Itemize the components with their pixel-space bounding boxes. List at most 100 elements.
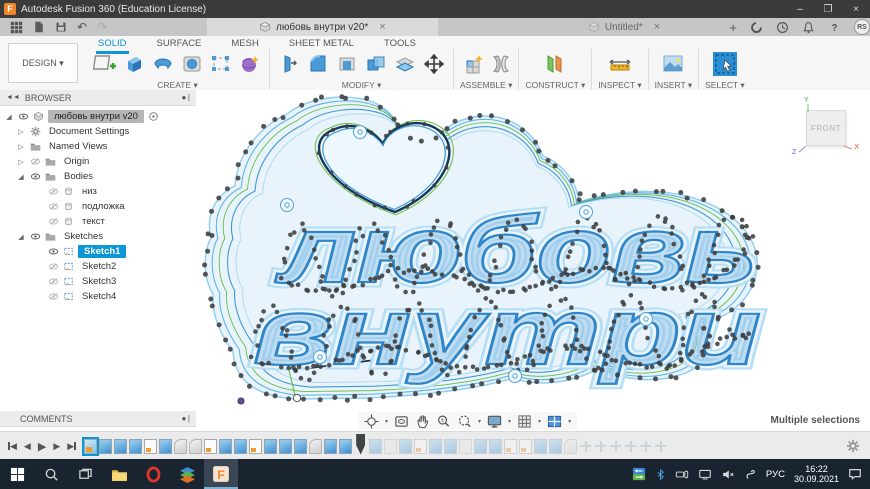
viewports-icon[interactable] xyxy=(547,414,562,429)
timeline-feature-sketch[interactable] xyxy=(144,438,158,454)
browser-item-label[interactable]: подложка xyxy=(78,201,129,212)
browser-item-низ[interactable]: низ xyxy=(0,184,196,199)
timeline-feature-move[interactable] xyxy=(639,438,653,454)
browser-item-bodies[interactable]: ◢ Bodies xyxy=(0,169,196,184)
browser-item-sketch1[interactable]: Sketch1 xyxy=(0,244,196,259)
combine-button[interactable] xyxy=(363,51,389,77)
expand-arrow-icon[interactable]: ▷ xyxy=(16,143,26,151)
browser-item-document-settings[interactable]: ▷ Document Settings xyxy=(0,124,196,139)
press-pull-button[interactable] xyxy=(276,51,302,77)
zoom-icon[interactable] xyxy=(436,414,451,429)
orbit-dropdown-caret[interactable]: ▾ xyxy=(385,418,388,425)
tab-close-icon[interactable]: × xyxy=(654,21,660,33)
browser-item-label[interactable]: текст xyxy=(78,216,109,227)
browser-item-sketch4[interactable]: Sketch4 xyxy=(0,289,196,304)
start-button[interactable] xyxy=(0,459,34,489)
timeline-feature-extrude[interactable] xyxy=(324,438,338,454)
revolve-button[interactable] xyxy=(150,51,176,77)
grid-dropdown-caret[interactable]: ▾ xyxy=(538,418,541,425)
file-explorer-icon[interactable] xyxy=(102,459,136,489)
insert-canvas-button[interactable] xyxy=(660,51,686,77)
timeline-feature-fillet[interactable] xyxy=(174,438,188,454)
comments-close-icon[interactable]: ● | xyxy=(181,414,190,423)
timeline-feature-extrude[interactable] xyxy=(339,438,353,454)
file-menu-icon[interactable] xyxy=(33,21,45,33)
timeline-feature-extrude[interactable] xyxy=(114,438,128,454)
timeline-feature-extrude[interactable] xyxy=(489,438,503,454)
viewports-dropdown-caret[interactable]: ▾ xyxy=(568,418,571,425)
timeline-feature-fillet[interactable] xyxy=(564,438,578,454)
timeline-feature-sketch[interactable] xyxy=(204,438,218,454)
sketch-geometry[interactable]: любовь внутри xyxy=(195,90,870,431)
display-settings-icon[interactable] xyxy=(487,414,502,429)
play-icon[interactable]: ▶ xyxy=(38,440,46,453)
timeline-feature-extrude[interactable] xyxy=(369,438,383,454)
timeline-feature-extrude[interactable] xyxy=(474,438,488,454)
corner-point[interactable] xyxy=(292,393,302,403)
browser-item-label[interactable]: Sketch2 xyxy=(78,261,120,272)
timeline-feature-box[interactable] xyxy=(384,438,398,454)
timeline-feature-move[interactable] xyxy=(579,438,593,454)
browser-root-row[interactable]: ◢ любовь внутри v20 xyxy=(0,109,196,124)
joint-button[interactable] xyxy=(491,51,511,77)
browser-item-named-views[interactable]: ▷ Named Views xyxy=(0,139,196,154)
taskbar-clock[interactable]: 16:22 30.09.2021 xyxy=(794,464,839,484)
grid-layout-icon[interactable] xyxy=(517,414,532,429)
new-component-button[interactable] xyxy=(462,51,488,77)
browser-item-label[interactable]: Document Settings xyxy=(45,126,133,137)
zoom-dropdown-caret[interactable]: ▾ xyxy=(478,418,481,425)
pan-icon[interactable] xyxy=(415,414,430,429)
browser-header[interactable]: ◄◄ BROWSER ● | xyxy=(0,90,196,106)
timeline-feature-box[interactable] xyxy=(459,438,473,454)
close-button[interactable]: × xyxy=(842,0,870,18)
create-sketch-button[interactable] xyxy=(92,51,118,77)
maximize-button[interactable]: ❐ xyxy=(814,0,842,18)
app-launcher-icon[interactable] xyxy=(10,21,23,34)
timeline-feature-sketch[interactable] xyxy=(504,438,518,454)
activate-target-icon[interactable] xyxy=(148,111,159,122)
timeline-feature-extrude[interactable] xyxy=(129,438,143,454)
bluetooth-icon[interactable] xyxy=(655,468,666,481)
timeline-feature-extrude[interactable] xyxy=(549,438,563,454)
timeline-feature-extrude[interactable] xyxy=(219,438,233,454)
browser-item-label[interactable]: Sketch4 xyxy=(78,291,120,302)
timeline-feature-extrude[interactable] xyxy=(444,438,458,454)
display-dropdown-caret[interactable]: ▾ xyxy=(508,418,511,425)
new-tab-button[interactable]: + xyxy=(729,20,737,35)
origin-point[interactable] xyxy=(237,397,245,405)
eye-off-icon[interactable] xyxy=(48,201,59,212)
timeline-feature-sketch[interactable] xyxy=(82,436,100,456)
construct-plane-button[interactable] xyxy=(542,51,568,77)
eye-icon[interactable] xyxy=(18,111,29,122)
timeline-feature-extrude[interactable] xyxy=(279,438,293,454)
notifications-bell-icon[interactable] xyxy=(802,21,815,34)
fusion-360-taskbar-icon[interactable] xyxy=(204,459,238,489)
teamviewer-tray-icon[interactable] xyxy=(632,467,646,481)
look-at-icon[interactable] xyxy=(394,414,409,429)
root-document-label[interactable]: любовь внутри v20 xyxy=(48,110,144,123)
eye-off-icon[interactable] xyxy=(30,156,41,167)
save-icon[interactable] xyxy=(55,21,67,33)
timeline-feature-extrude[interactable] xyxy=(429,438,443,454)
browser-item-подложка[interactable]: подложка xyxy=(0,199,196,214)
browser-item-label[interactable]: Sketch3 xyxy=(78,276,120,287)
step-back-icon[interactable]: ◀ xyxy=(24,441,31,452)
browser-item-label[interactable]: Sketches xyxy=(60,231,107,242)
workspace-selector[interactable]: DESIGN ▾ xyxy=(8,43,78,83)
hole-button[interactable] xyxy=(179,51,205,77)
timeline-feature-fillet[interactable] xyxy=(309,438,323,454)
move-copy-button[interactable] xyxy=(421,51,447,77)
measure-button[interactable] xyxy=(607,51,633,77)
browser-item-sketches[interactable]: ◢ Sketches xyxy=(0,229,196,244)
zoom-window-icon[interactable] xyxy=(457,414,472,429)
browser-item-label[interactable]: Sketch1 xyxy=(78,245,127,258)
collapse-chevrons-icon[interactable]: ◄◄ xyxy=(6,94,20,101)
eye-off-icon[interactable] xyxy=(48,216,59,227)
expand-arrow-icon[interactable]: ◢ xyxy=(16,173,26,181)
timeline-feature-sketch[interactable] xyxy=(414,438,428,454)
skip-to-start-icon[interactable]: ◀ xyxy=(8,441,17,452)
timeline-feature-move[interactable] xyxy=(594,438,608,454)
devices-icon[interactable] xyxy=(675,468,689,481)
clamp-tool-tray-icon[interactable] xyxy=(744,468,757,481)
undo-icon[interactable]: ↶ xyxy=(77,20,87,34)
